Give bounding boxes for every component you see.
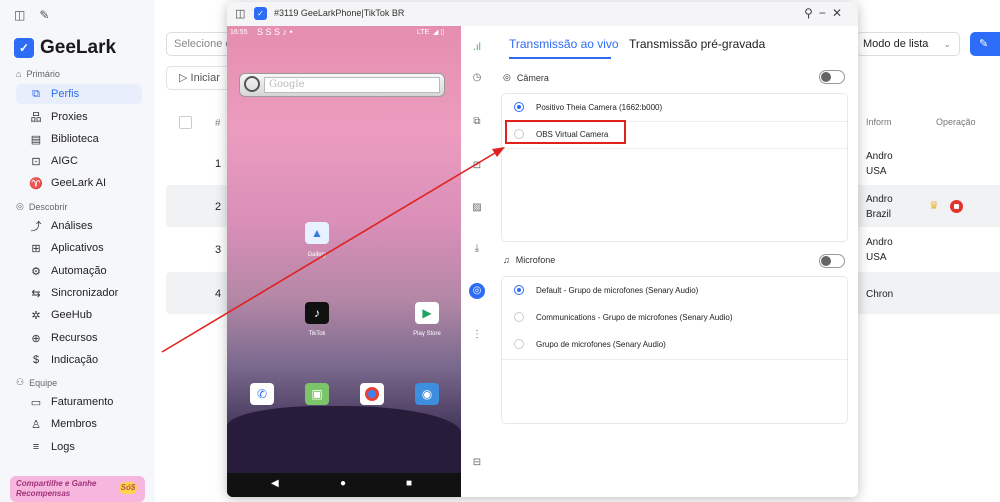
annotation-arrow-line [161, 149, 501, 353]
annotation-arrow-head [492, 147, 505, 157]
annotation-arrow [161, 147, 505, 353]
